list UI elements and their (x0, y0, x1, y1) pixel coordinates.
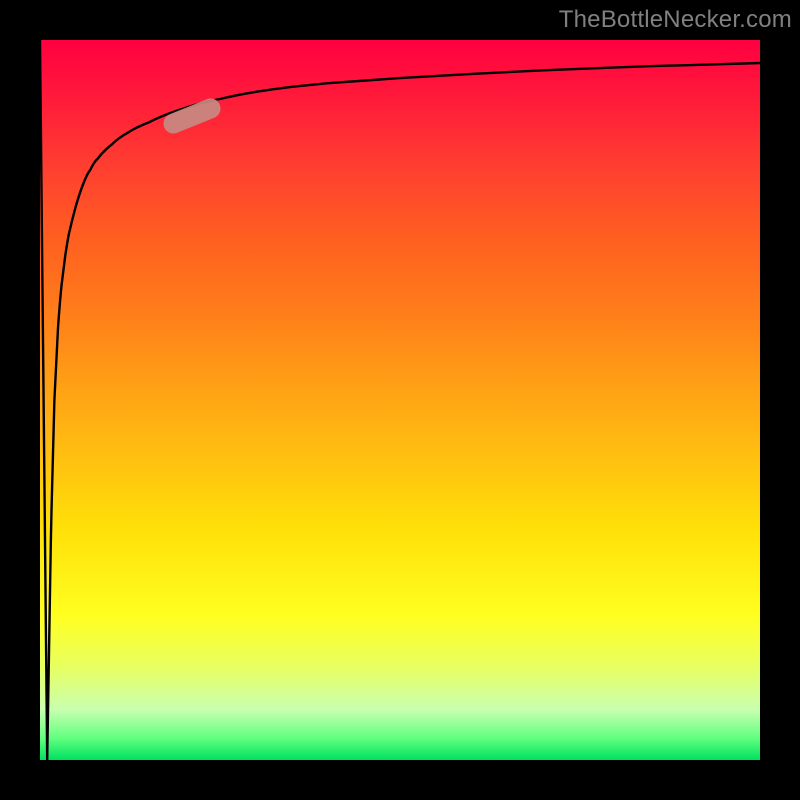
watermark-text: TheBottleNecker.com (559, 6, 792, 34)
chart-container: TheBottleNecker.com (0, 0, 800, 800)
plot-gradient-area (40, 40, 760, 760)
